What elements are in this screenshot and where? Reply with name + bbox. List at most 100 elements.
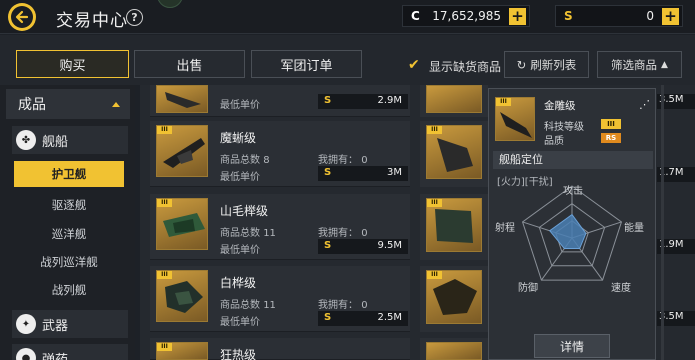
details-button[interactable]: 详情 bbox=[534, 334, 610, 358]
currency-icon: S bbox=[324, 240, 332, 251]
list-item[interactable]: III 山毛榉级 商品总数 11 我拥有： 0 最低单价 S 9.5M bbox=[150, 194, 410, 260]
radar-value-shape bbox=[549, 213, 587, 250]
min-price-label: 最低单价 bbox=[220, 172, 260, 183]
tab-sell[interactable]: 出售 bbox=[134, 50, 245, 78]
ship-thumbnail: III bbox=[156, 125, 208, 177]
ship-thumbnail: III bbox=[495, 97, 535, 141]
ship-thumbnail: III bbox=[156, 198, 208, 250]
back-button[interactable] bbox=[8, 3, 36, 31]
min-price-label: 最低单价 bbox=[220, 245, 260, 256]
quality-label: 品质 bbox=[544, 136, 564, 147]
list-item[interactable]: III 白桦级 商品总数 11 我拥有： 0 最低单价 S 2.5M bbox=[150, 266, 410, 332]
sidebar-item-cruiser[interactable]: 巡洋舰 bbox=[14, 221, 124, 247]
list-item[interactable]: III bbox=[420, 194, 488, 260]
own-label: 我拥有： bbox=[318, 228, 358, 239]
list-item[interactable] bbox=[420, 85, 488, 117]
group-ships[interactable]: ✤ 舰船 bbox=[12, 126, 128, 154]
price-value: 9.5M bbox=[377, 240, 402, 251]
price-box: S 9.5M bbox=[318, 239, 408, 254]
back-arrow-icon bbox=[11, 6, 33, 28]
price-box: S 2.9M bbox=[318, 94, 408, 109]
currency-credits: C 17,652,985 + bbox=[402, 5, 530, 27]
ship-name: 魔蜥级 bbox=[220, 131, 257, 145]
ship-icon: ✤ bbox=[16, 130, 36, 150]
ship-name: 山毛榉级 bbox=[220, 204, 269, 218]
ship-thumbnail: III bbox=[156, 270, 208, 322]
total-value: 11 bbox=[263, 300, 276, 311]
price-box: S 3M bbox=[318, 166, 408, 181]
premium-value: 0 bbox=[646, 9, 654, 23]
quality-badge: RS bbox=[601, 133, 621, 143]
tier-badge: III bbox=[427, 199, 442, 207]
ship-thumbnail bbox=[426, 85, 482, 113]
total-line: 商品总数 8 bbox=[220, 151, 270, 166]
radar-axis-attack: 攻击 bbox=[563, 186, 583, 197]
ship-name: 白桦级 bbox=[220, 276, 257, 290]
group-weapons[interactable]: ✦ 武器 bbox=[12, 310, 128, 338]
list-item[interactable]: III 狂热级 bbox=[150, 338, 410, 360]
group-ammo[interactable]: ● 弹药 bbox=[12, 344, 128, 360]
add-credits-button[interactable]: + bbox=[509, 8, 526, 25]
list-item[interactable]: 最低单价 S 2.9M bbox=[150, 85, 410, 117]
currency-icon: S bbox=[324, 312, 332, 323]
help-icon[interactable]: ? bbox=[126, 9, 143, 26]
own-line: 我拥有： 0 bbox=[318, 224, 368, 239]
tier-badge: III bbox=[157, 343, 172, 351]
credits-icon: C bbox=[411, 9, 420, 23]
sidebar-item-battlecruiser[interactable]: 战列巡洋舰 bbox=[14, 249, 124, 275]
own-line: 我拥有： 0 bbox=[318, 296, 368, 311]
tab-legion-orders[interactable]: 军团订单 bbox=[251, 50, 362, 78]
total-value: 11 bbox=[263, 228, 276, 239]
own-value: 0 bbox=[361, 228, 368, 239]
refresh-list-button[interactable]: ↻ 刷新列表 bbox=[504, 51, 589, 78]
ship-name: 金雕级 bbox=[544, 100, 576, 112]
ship-name: 狂热级 bbox=[220, 348, 257, 360]
page-title: 交易中心 bbox=[56, 11, 128, 31]
tier-badge: III bbox=[427, 126, 442, 134]
radar-axis-defense: 防御 bbox=[518, 283, 538, 294]
currency-premium: S 0 + bbox=[555, 5, 683, 27]
list-item[interactable]: III bbox=[420, 266, 488, 332]
ship-thumbnail: III bbox=[426, 198, 482, 252]
premium-currency-icon: S bbox=[564, 9, 573, 23]
own-value: 0 bbox=[361, 300, 368, 311]
weapon-icon: ✦ bbox=[16, 314, 36, 334]
ammo-icon: ● bbox=[16, 348, 36, 360]
add-premium-button[interactable]: + bbox=[662, 8, 679, 25]
share-icon[interactable]: ⋰ bbox=[639, 98, 650, 111]
refresh-icon: ↻ bbox=[516, 57, 527, 72]
sidebar-item-destroyer[interactable]: 驱逐舰 bbox=[14, 192, 124, 218]
own-value: 0 bbox=[361, 155, 368, 166]
radar-axis-energy: 能量 bbox=[624, 223, 644, 234]
show-missing-checkbox[interactable]: ✔ bbox=[408, 57, 420, 73]
group-label: 弹药 bbox=[42, 352, 69, 360]
ship-thumbnail bbox=[156, 85, 208, 113]
sidebar-item-frigate[interactable]: 护卫舰 bbox=[14, 161, 124, 187]
ship-thumbnail: III bbox=[426, 270, 482, 324]
price-box: S 2.5M bbox=[318, 311, 408, 326]
show-missing-label: 显示缺货商品 bbox=[429, 60, 502, 74]
sidebar-item-battleship[interactable]: 战列舰 bbox=[14, 277, 124, 303]
category-label: 成品 bbox=[18, 97, 46, 113]
radar-axis-range: 射程 bbox=[495, 223, 515, 234]
list-scrollbar[interactable] bbox=[661, 85, 664, 360]
top-bar: 交易中心 ? C 17,652,985 + S 0 + bbox=[0, 0, 695, 34]
own-label: 我拥有： bbox=[318, 155, 358, 166]
caret-up-icon bbox=[112, 102, 120, 107]
group-label: 武器 bbox=[42, 318, 69, 334]
list-item[interactable]: III 魔蜥级 商品总数 8 我拥有： 0 最低单价 S 3M bbox=[150, 121, 410, 187]
list-item[interactable] bbox=[420, 338, 488, 360]
tab-buy[interactable]: 购买 bbox=[16, 50, 129, 78]
total-line: 商品总数 11 bbox=[220, 296, 276, 311]
list-item[interactable]: III bbox=[420, 121, 488, 187]
filter-items-button[interactable]: 筛选商品 ▲ bbox=[597, 51, 682, 78]
chevron-up-icon: ▲ bbox=[661, 59, 668, 70]
refresh-label: 刷新列表 bbox=[530, 57, 577, 72]
min-price-label: 最低单价 bbox=[220, 100, 260, 111]
credits-value: 17,652,985 bbox=[432, 9, 501, 23]
ship-thumbnail bbox=[426, 342, 482, 360]
category-finished-goods[interactable]: 成品 bbox=[6, 89, 130, 119]
currency-icon: S bbox=[324, 167, 332, 178]
tier-badge: III bbox=[496, 98, 511, 106]
filter-label: 筛选商品 bbox=[611, 57, 658, 72]
